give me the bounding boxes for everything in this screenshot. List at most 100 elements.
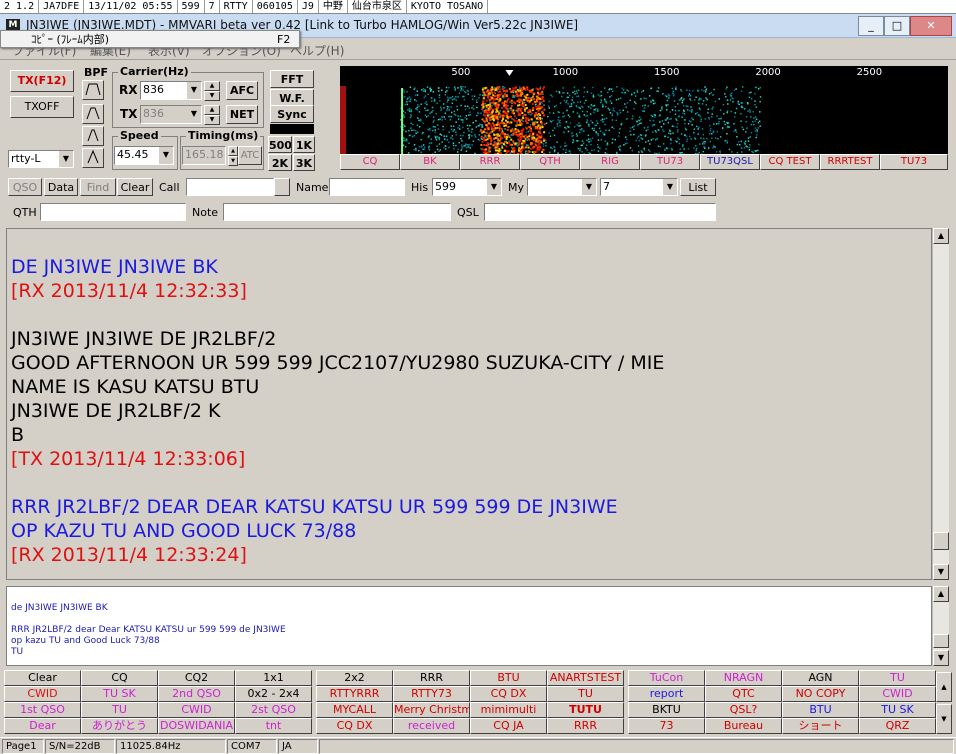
his-rst-select[interactable]: 599 ▼ <box>432 178 502 196</box>
macro-button[interactable]: RTTY73 <box>393 686 470 702</box>
macro-button[interactable]: Bureau <box>705 718 782 734</box>
chevron-down-icon[interactable]: ▼ <box>187 82 201 99</box>
note-input[interactable] <box>223 203 451 221</box>
bpf-mid-button[interactable] <box>82 104 104 124</box>
mode-select[interactable]: rtty-L ▼ <box>8 150 74 168</box>
timing-spin-up[interactable]: ▲ <box>228 146 238 156</box>
macro-button[interactable]: TU <box>547 686 624 702</box>
find-button[interactable]: Find <box>80 178 116 196</box>
macro-button[interactable]: BKTU <box>628 702 705 718</box>
close-button[interactable]: ✕ <box>910 16 952 36</box>
macro-button[interactable]: TU <box>81 702 158 718</box>
macro-button[interactable]: ANARTSTEST <box>547 670 624 686</box>
bw-500-button[interactable]: 500 <box>268 136 292 153</box>
bpf-narrow-button[interactable] <box>82 126 104 146</box>
macro-button[interactable]: mimimulti <box>470 702 547 718</box>
macro-button[interactable]: CQ DX <box>470 686 547 702</box>
bpf-verynarrow-button[interactable] <box>82 148 104 168</box>
waterfall-macro-button[interactable]: TU73 <box>640 154 700 170</box>
fft-button[interactable]: FFT <box>270 70 314 88</box>
macro-button[interactable]: CWID <box>158 702 235 718</box>
chevron-down-icon[interactable]: ▼ <box>59 151 73 167</box>
waterfall-display[interactable]: 500 1000 1500 2000 2500 <box>340 66 948 154</box>
rx-spin-down[interactable]: ▼ <box>204 91 220 101</box>
tx-scrollbar[interactable]: ▲ ▼ <box>932 586 949 666</box>
chevron-down-icon[interactable]: ▼ <box>663 179 677 195</box>
list-button[interactable]: List <box>680 178 716 196</box>
macro-button[interactable]: CWID <box>859 686 936 702</box>
tx-spin-up[interactable]: ▲ <box>204 105 220 115</box>
qso-button[interactable]: QSO <box>8 178 42 196</box>
qsl-input[interactable] <box>484 203 716 221</box>
waterfall-macro-button[interactable]: BK <box>400 154 460 170</box>
rx-scrollbar[interactable]: ▲ ▼ <box>932 228 949 580</box>
chevron-down-icon[interactable]: ▼ <box>159 147 173 164</box>
macro-button[interactable]: tnt <box>235 718 312 734</box>
macro-button[interactable]: BTU <box>470 670 547 686</box>
macro-button[interactable]: BTU <box>782 702 859 718</box>
macro-button[interactable]: CQ DX <box>316 718 393 734</box>
macro-button[interactable]: MYCALL <box>316 702 393 718</box>
band-select[interactable]: 7 ▼ <box>600 178 678 196</box>
macro-button[interactable]: Clear <box>4 670 81 686</box>
macro-page-down-icon[interactable]: ▼ <box>936 704 952 734</box>
txoff-button[interactable]: TXOFF <box>10 96 74 118</box>
macro-button[interactable]: ショート <box>782 718 859 734</box>
macro-button[interactable]: RTTYRRR <box>316 686 393 702</box>
chevron-down-icon[interactable]: ▼ <box>487 179 501 195</box>
sync-button[interactable]: Sync <box>270 105 314 123</box>
atc-button[interactable]: ATC <box>238 146 262 165</box>
rx-text-pane[interactable]: DE JN3IWE JN3IWE BK [RX 2013/11/4 12:32:3… <box>6 228 932 580</box>
scroll-down-icon[interactable]: ▼ <box>933 564 949 580</box>
call-input[interactable] <box>186 178 274 196</box>
waterfall-macro-button[interactable]: QTH <box>520 154 580 170</box>
minimize-button[interactable]: _ <box>858 16 884 36</box>
macro-page-up-icon[interactable]: ▲ <box>936 672 952 702</box>
bw-1k-button[interactable]: 1K <box>293 136 315 153</box>
macro-button[interactable]: Dear <box>4 718 81 734</box>
scroll-up-icon[interactable]: ▲ <box>933 586 949 602</box>
macro-button[interactable]: TuCon <box>628 670 705 686</box>
waterfall-macro-button[interactable]: TU73 <box>880 154 948 170</box>
macro-button[interactable]: CWID <box>4 686 81 702</box>
rx-carrier-input[interactable]: 836 ▼ <box>140 81 202 100</box>
macro-button[interactable]: TU SK <box>81 686 158 702</box>
macro-button[interactable]: 0x2 - 2x4 <box>235 686 312 702</box>
bw-2k-button[interactable]: 2K <box>268 154 292 171</box>
my-rst-select[interactable]: ▼ <box>527 178 597 196</box>
macro-button[interactable]: CQ JA <box>470 718 547 734</box>
tx-spin-down[interactable]: ▼ <box>204 115 220 125</box>
call-extra-button[interactable] <box>274 178 290 196</box>
scroll-down-icon[interactable]: ▼ <box>933 650 949 666</box>
tx-carrier-input[interactable]: 836 ▼ <box>140 105 202 124</box>
macro-button[interactable]: NO COPY <box>782 686 859 702</box>
bw-3k-button[interactable]: 3K <box>293 154 315 171</box>
maximize-button[interactable]: □ <box>884 16 910 36</box>
timing-input[interactable]: 165.18 <box>182 146 226 165</box>
waterfall-canvas[interactable] <box>340 66 948 154</box>
waterfall-macro-button[interactable]: RRR <box>460 154 520 170</box>
scroll-thumb[interactable] <box>933 634 949 648</box>
afc-button[interactable]: AFC <box>226 81 258 100</box>
waterfall-macro-button[interactable]: RRRTEST <box>820 154 880 170</box>
macro-button[interactable]: CQ2 <box>158 670 235 686</box>
macro-button[interactable]: received <box>393 718 470 734</box>
speed-select[interactable]: 45.45 ▼ <box>114 146 174 165</box>
macro-button[interactable]: 1st QSO <box>4 702 81 718</box>
timing-spin-down[interactable]: ▼ <box>228 156 238 166</box>
qth-input[interactable] <box>40 203 186 221</box>
macro-button[interactable]: DOSWIDANIA <box>158 718 235 734</box>
macro-button[interactable]: RRR <box>393 670 470 686</box>
scroll-up-icon[interactable]: ▲ <box>933 228 949 244</box>
macro-button[interactable]: AGN <box>782 670 859 686</box>
net-button[interactable]: NET <box>226 105 258 124</box>
data-button[interactable]: Data <box>44 178 78 196</box>
macro-button[interactable]: QSL? <box>705 702 782 718</box>
rx-spin-up[interactable]: ▲ <box>204 81 220 91</box>
scroll-thumb[interactable] <box>933 532 949 550</box>
waterfall-macro-button[interactable]: CQ <box>340 154 400 170</box>
macro-button[interactable]: TUTU <box>547 702 624 718</box>
name-input[interactable] <box>329 178 405 196</box>
macro-button[interactable]: report <box>628 686 705 702</box>
chevron-down-icon[interactable]: ▼ <box>187 106 201 123</box>
